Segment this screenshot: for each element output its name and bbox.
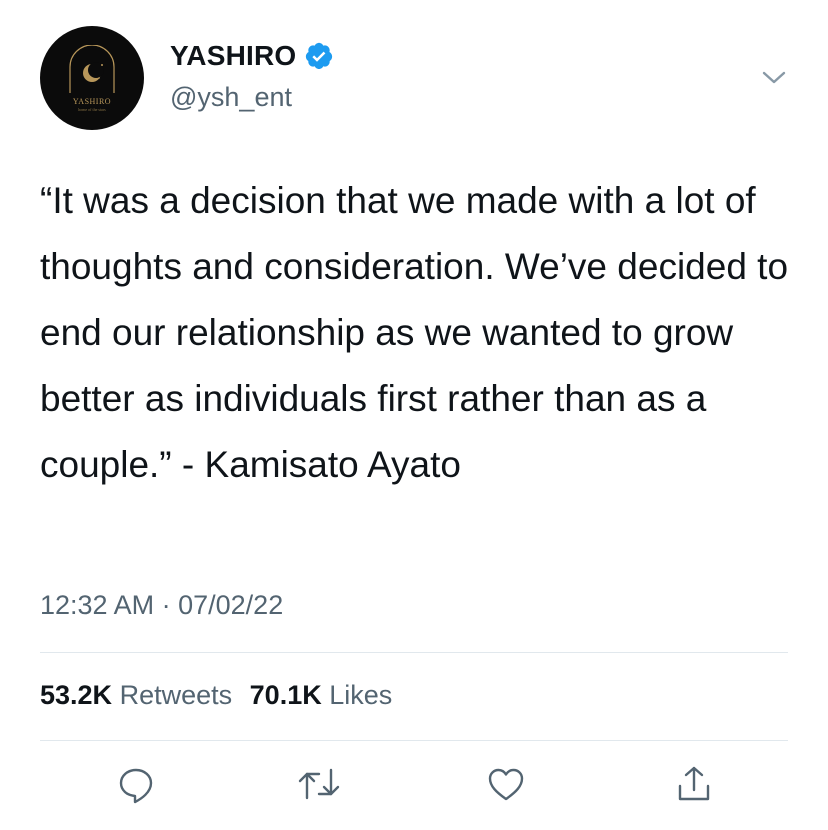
likes-label[interactable]: Likes [329, 680, 392, 710]
like-button[interactable] [484, 762, 528, 806]
divider [40, 740, 788, 741]
reply-icon [119, 768, 153, 804]
chevron-down-icon[interactable] [760, 64, 788, 92]
meta-separator: · [161, 590, 171, 620]
likes-count[interactable]: 70.1K [250, 680, 322, 710]
tweet-time: 12:32 AM [40, 590, 155, 620]
display-name[interactable]: YASHIRO [170, 40, 296, 72]
reply-button[interactable] [114, 762, 158, 806]
share-icon [678, 766, 710, 801]
tweet-text: “It was a decision that we made with a l… [40, 180, 799, 485]
tweet-date: 07/02/22 [178, 590, 284, 620]
tweet-timestamp[interactable]: 12:32 AM · 07/02/22 [40, 590, 283, 621]
share-button[interactable] [672, 762, 716, 806]
divider [40, 652, 788, 653]
avatar[interactable]: YASHIRO home of the stars [40, 26, 144, 130]
user-handle[interactable]: @ysh_ent [170, 82, 292, 113]
retweets-label[interactable]: Retweets [120, 680, 233, 710]
retweet-button[interactable] [297, 762, 341, 806]
verified-badge-icon [304, 41, 334, 71]
retweet-icon [298, 768, 340, 800]
engagement-stats: 53.2K Retweets 70.1K Likes [40, 680, 392, 711]
avatar-tagline: home of the stars [78, 106, 106, 112]
retweets-count[interactable]: 53.2K [40, 680, 112, 710]
crescent-moon-logo [69, 44, 115, 93]
heart-icon [488, 768, 524, 801]
avatar-brand-text: YASHIRO [72, 96, 112, 106]
action-bar [0, 762, 828, 812]
author-name-row: YASHIRO [170, 40, 334, 72]
